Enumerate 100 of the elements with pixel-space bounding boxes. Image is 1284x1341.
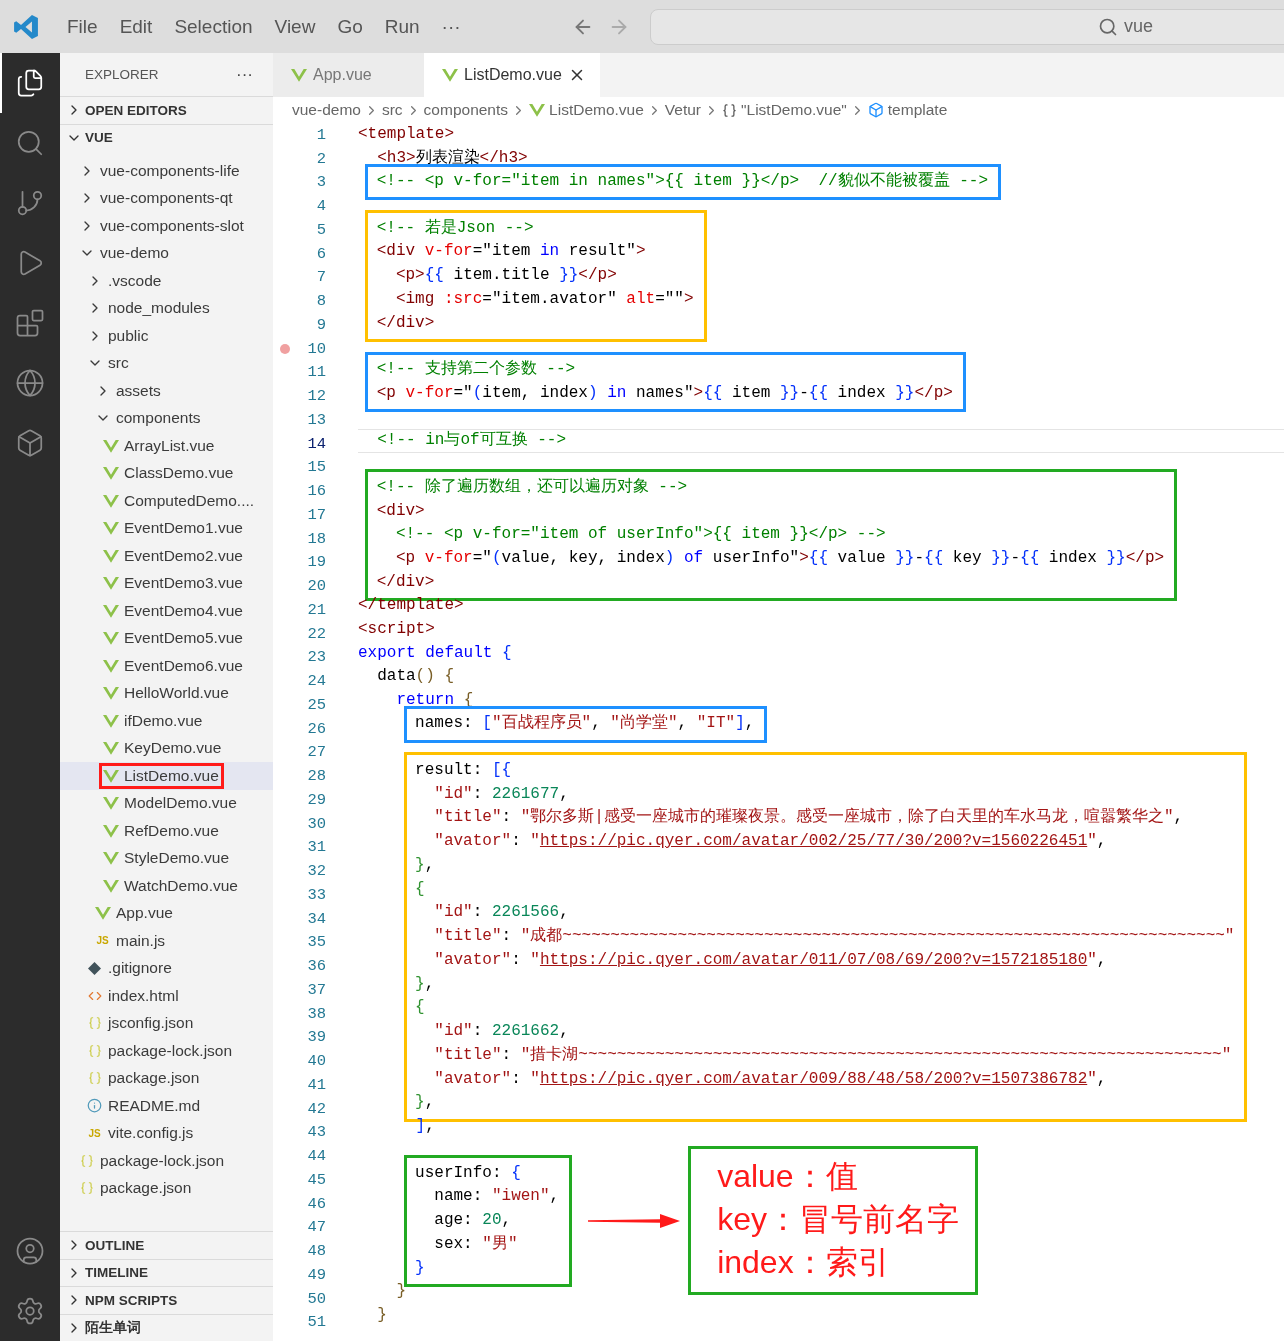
code-line: <!-- 支持第二个参数 -->	[376, 359, 577, 380]
breadcrumb[interactable]: template	[867, 101, 948, 119]
code-line: },	[415, 973, 436, 995]
code-line: <p>{{ item.title }}</p>	[394, 265, 618, 286]
section-title: TIMELINE	[85, 1265, 148, 1281]
breadcrumb[interactable]: Vetur	[664, 101, 702, 119]
tree-item[interactable]: vue-demo	[60, 239, 273, 267]
tree-item[interactable]: src	[60, 349, 273, 377]
line-number: 3	[316, 173, 326, 192]
line-number: 36	[307, 957, 326, 976]
code-line: "id": 2261662,	[433, 1021, 570, 1042]
vue-file-icon	[102, 686, 119, 701]
tree-item[interactable]: HelloWorld.vue	[60, 679, 273, 707]
breadcrumb[interactable]: src	[381, 101, 403, 119]
tree-item[interactable]: vue-components-qt	[60, 184, 273, 212]
editor-tab[interactable]: ListDemo.vue	[424, 53, 600, 97]
account-icon	[15, 1236, 45, 1266]
search-icon	[1097, 16, 1118, 37]
tree-item[interactable]: public	[60, 322, 273, 350]
tree-item[interactable]: package-lock.json	[60, 1147, 273, 1175]
tree-item[interactable]: KeyDemo.vue	[60, 734, 273, 762]
tree-item[interactable]: JS main.js	[60, 927, 273, 955]
breadcrumb[interactable]: vue-demo	[292, 101, 361, 119]
tree-item[interactable]: package.json	[60, 1174, 273, 1202]
code-line: <!-- 除了遍历数组，还可以遍历对象 -->	[376, 476, 689, 498]
tree-item[interactable]: node_modules	[60, 294, 273, 322]
menu-item[interactable]: Edit	[108, 15, 164, 38]
tree-item[interactable]: App.vue	[60, 899, 273, 927]
menu-item[interactable]: Selection	[163, 15, 264, 38]
tree-item[interactable]: RefDemo.vue	[60, 817, 273, 845]
code-line: <!-- in与of可互换 -->	[358, 428, 1284, 453]
menu-item[interactable]: ···	[430, 15, 472, 38]
tree-item[interactable]: index.html	[60, 982, 273, 1010]
tree-item[interactable]: vue-components-life	[60, 157, 273, 185]
tree-item[interactable]: WatchDemo.vue	[60, 872, 273, 900]
tree-item[interactable]: ListDemo.vue	[60, 762, 273, 790]
code-line: }	[395, 1280, 407, 1302]
code-line: {	[415, 878, 426, 900]
line-number: 49	[307, 1265, 326, 1284]
tree-item[interactable]: vue-components-slot	[60, 212, 273, 240]
tree-item[interactable]: jsconfig.json	[60, 1009, 273, 1037]
code-line: ],	[414, 1115, 436, 1137]
tree-item[interactable]: package.json	[60, 1064, 273, 1092]
files-icon	[15, 68, 45, 98]
tree-item[interactable]: package-lock.json	[60, 1037, 273, 1065]
vue-file-icon	[102, 521, 119, 536]
menu-item[interactable]: View	[263, 15, 327, 38]
tree-item[interactable]: ClassDemo.vue	[60, 459, 273, 487]
code-line: "title": "措卡湖~~~~~~~~~~~~~~~~~~~~~~~~~~~~~~~~~~~~~~~~~~~~~~~~~~~~~~~~~~~~~~~~~~~"	[433, 1044, 1233, 1066]
code-line: <div>	[376, 500, 426, 522]
tree-item[interactable]: assets	[60, 377, 273, 405]
more-button[interactable]: ···	[236, 64, 253, 85]
note-text: key：冒号前名字	[717, 1200, 959, 1240]
tree-item[interactable]: EventDemo6.vue	[60, 652, 273, 680]
tree-item[interactable]: ArrayList.vue	[60, 432, 273, 460]
editor-tab[interactable]: App.vue	[273, 53, 424, 97]
line-number: 21	[307, 600, 326, 619]
vue-file-icon	[102, 823, 119, 838]
cube-icon	[15, 428, 45, 458]
code-line: },	[415, 1092, 436, 1114]
line-number: 16	[307, 482, 326, 501]
line-number: 7	[316, 268, 326, 287]
braces-icon	[87, 1043, 102, 1058]
line-number: 5	[316, 220, 326, 239]
tree-item[interactable]: components	[60, 404, 273, 432]
js-file-icon: JS	[88, 1127, 101, 1139]
line-number: 35	[307, 933, 326, 952]
line-number: 20	[307, 577, 326, 596]
tree-item[interactable]: StyleDemo.vue	[60, 844, 273, 872]
tree-item[interactable]: ifDemo.vue	[60, 707, 273, 735]
cube-icon	[867, 102, 884, 118]
tree-item[interactable]: EventDemo2.vue	[60, 542, 273, 570]
section-title: VUE	[85, 130, 113, 146]
menu-item[interactable]: Run	[373, 15, 431, 38]
tree-item[interactable]: EventDemo3.vue	[60, 569, 273, 597]
vue-file-icon	[102, 548, 119, 563]
breadcrumb[interactable]: ListDemo.vue	[529, 101, 644, 119]
tree-item[interactable]: .gitignore	[60, 954, 273, 982]
tree-item[interactable]: JS vite.config.js	[60, 1119, 273, 1147]
line-number: 6	[316, 244, 326, 263]
tree-item[interactable]: ComputedDemo....	[60, 487, 273, 515]
vue-file-icon	[102, 713, 119, 728]
tree-item[interactable]: .vscode	[60, 267, 273, 295]
line-number: 45	[307, 1170, 326, 1189]
code-line: result: [{	[415, 759, 513, 781]
tree-item[interactable]: README.md	[60, 1092, 273, 1120]
code-line: <script>	[358, 618, 436, 640]
menu-item[interactable]: File	[56, 15, 109, 38]
menu-item[interactable]: Go	[326, 15, 374, 38]
tree-item[interactable]: EventDemo5.vue	[60, 624, 273, 652]
code-line: "avator": "https://pic.qyer.com/avatar/009/88/48/58/200?v=1507386782",	[433, 1068, 1108, 1090]
breadcrumb[interactable]: components	[423, 101, 509, 119]
breakpoint-dot[interactable]	[280, 343, 290, 354]
code-line: "avator": "https://pic.qyer.com/avatar/011/07/08/69/200?v=1572185180",	[433, 949, 1108, 971]
line-number: 26	[307, 719, 326, 738]
tree-item[interactable]: EventDemo4.vue	[60, 597, 273, 625]
command-center[interactable]: vue	[649, 8, 1284, 45]
tree-item[interactable]: ModelDemo.vue	[60, 789, 273, 817]
breadcrumb[interactable]: "ListDemo.vue"	[722, 101, 847, 119]
tree-item[interactable]: EventDemo1.vue	[60, 514, 273, 542]
